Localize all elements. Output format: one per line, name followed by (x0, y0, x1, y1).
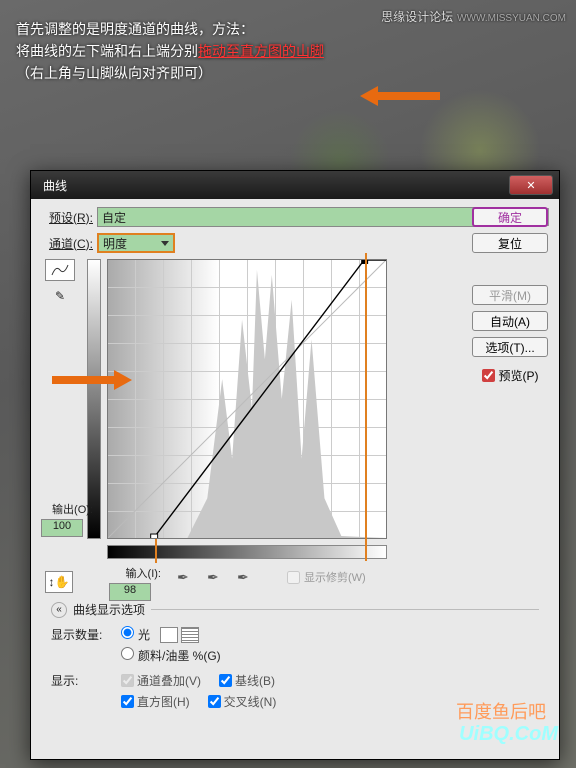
dialog-title: 曲线 (37, 177, 509, 194)
input-gradient (107, 545, 387, 559)
chevron-down-icon (161, 241, 169, 246)
display-options-label: 曲线显示选项 (73, 601, 145, 618)
curve-line (108, 260, 386, 538)
curves-dialog: 曲线 ✕ 预设(R): 自定 ≡ 通道(C): 明度 ✎ (30, 170, 560, 760)
smooth-button[interactable]: 平滑(M) (472, 285, 548, 305)
curve-tool-button[interactable] (45, 259, 75, 281)
show-label: 显示: (51, 672, 121, 689)
tutorial-text: 首先调整的是明度通道的曲线，方法： 将曲线的左下端和右上端分别拖动至直方图的山脚… (16, 18, 324, 84)
eyedropper-white-button[interactable]: ✒ (237, 569, 257, 585)
output-field: 输出(O): 100 (41, 501, 101, 537)
reset-button[interactable]: 复位 (472, 233, 548, 253)
channel-dropdown[interactable]: 明度 (97, 233, 175, 253)
watermark-url: UiBQ.CoM (459, 723, 558, 746)
ok-button[interactable]: 确定 (472, 207, 548, 227)
radio-ink[interactable]: 颜料/油墨 %(G) (121, 647, 221, 664)
cb-channel-overlay[interactable]: 通道叠加(V) (121, 672, 201, 689)
highlight-marker (155, 539, 157, 563)
output-value[interactable]: 100 (41, 519, 83, 537)
eyedropper-black-button[interactable]: ✒ (177, 569, 197, 585)
highlight-marker (365, 253, 367, 561)
collapse-button[interactable]: « (51, 602, 67, 618)
preview-checkbox[interactable]: 预览(P) (482, 367, 539, 384)
close-icon: ✕ (526, 179, 535, 192)
options-button[interactable]: 选项(T)... (472, 337, 548, 357)
eyedropper-gray-button[interactable]: ✒ (207, 569, 227, 585)
amount-label: 显示数量: (51, 626, 121, 643)
channel-label: 通道(C): (41, 235, 97, 252)
pencil-tool-button[interactable]: ✎ (45, 285, 75, 307)
auto-button[interactable]: 自动(A) (472, 311, 548, 331)
hand-icon: ↕✋ (49, 575, 70, 589)
radio-light[interactable]: 光 (121, 626, 150, 643)
preset-dropdown[interactable]: 自定 (97, 207, 523, 227)
pencil-icon: ✎ (55, 289, 65, 303)
brand-watermark: 思缘设计论坛WWW.MISSYUAN.COM (381, 8, 566, 25)
titlebar[interactable]: 曲线 ✕ (31, 171, 559, 199)
show-clipping-checkbox[interactable]: 显示修剪(W) (287, 569, 366, 585)
curve-graph[interactable] (107, 259, 387, 539)
cb-intersection[interactable]: 交叉线(N) (208, 693, 277, 710)
grid-size-buttons[interactable] (160, 627, 199, 643)
curve-icon (50, 263, 70, 277)
watermark-text: 百度鱼后吧 (456, 698, 546, 724)
input-field: 输入(I): 98 (109, 565, 169, 601)
close-button[interactable]: ✕ (509, 175, 553, 195)
cb-histogram[interactable]: 直方图(H) (121, 693, 190, 710)
preset-label: 预设(R): (41, 209, 97, 226)
cb-baseline[interactable]: 基线(B) (219, 672, 275, 689)
input-value[interactable]: 98 (109, 583, 151, 601)
output-gradient (87, 259, 101, 539)
hand-tool-button[interactable]: ↕✋ (45, 571, 73, 593)
